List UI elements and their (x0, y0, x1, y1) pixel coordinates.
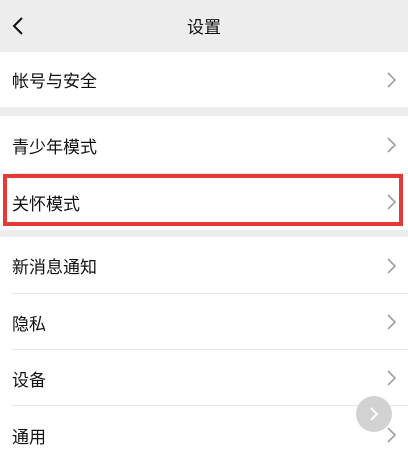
header-bar: 设置 (0, 0, 408, 52)
chevron-right-icon (387, 427, 397, 443)
settings-item-label: 通用 (12, 427, 46, 448)
chevron-right-icon (387, 370, 397, 386)
settings-item-label: 关怀模式 (12, 194, 80, 215)
chevron-right-icon (387, 137, 397, 153)
settings-item-label: 帐号与安全 (12, 72, 97, 92)
settings-item-notifications[interactable]: 新消息通知 (0, 237, 408, 294)
settings-item-account-security[interactable]: 帐号与安全 (0, 52, 408, 107)
settings-item-general[interactable]: 通用 (0, 406, 408, 464)
chevron-right-icon (387, 314, 397, 330)
settings-item-label: 新消息通知 (12, 258, 97, 278)
settings-item-care-mode[interactable]: 关怀模式 (0, 174, 408, 230)
chevron-right-icon (370, 407, 379, 421)
chevron-right-icon (387, 71, 397, 88)
settings-item-teen-mode[interactable]: 青少年模式 (0, 116, 408, 174)
settings-item-devices[interactable]: 设备 (0, 350, 408, 406)
floating-button[interactable] (356, 396, 392, 432)
settings-item-label: 设备 (12, 370, 46, 391)
settings-item-label: 青少年模式 (12, 137, 97, 158)
chevron-right-icon (387, 194, 397, 210)
settings-item-label: 隐私 (12, 314, 46, 335)
page-title: 设置 (187, 18, 221, 38)
settings-item-privacy[interactable]: 隐私 (0, 294, 408, 350)
chevron-right-icon (387, 257, 397, 274)
